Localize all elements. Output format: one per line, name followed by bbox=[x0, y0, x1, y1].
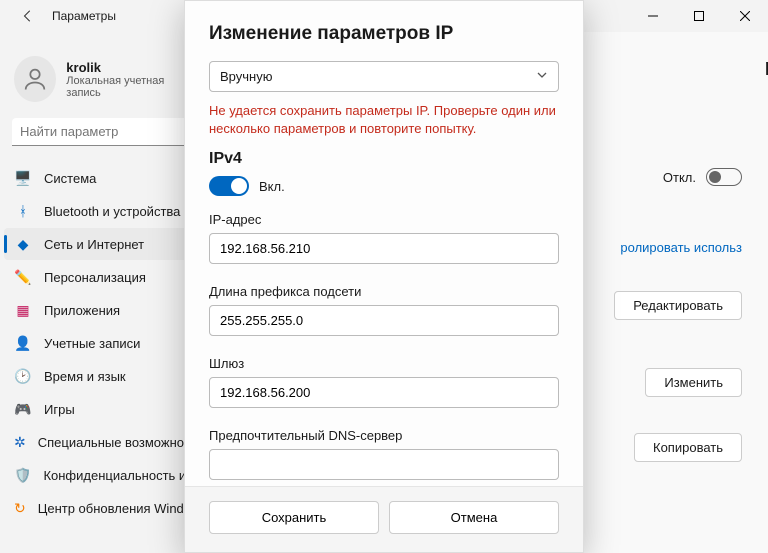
nav-icon: 🕑 bbox=[14, 367, 32, 385]
nav-label: Bluetooth и устройства bbox=[44, 204, 180, 219]
close-button[interactable] bbox=[722, 0, 768, 32]
nav-label: Специальные возможности bbox=[38, 435, 201, 450]
dns-input[interactable] bbox=[209, 449, 559, 480]
save-button[interactable]: Сохранить bbox=[209, 501, 379, 534]
copy-button[interactable]: Копировать bbox=[634, 433, 742, 462]
link-fragment[interactable]: ролировать использ bbox=[620, 224, 742, 263]
nav-item-4[interactable]: ▦ Приложения bbox=[4, 294, 201, 326]
nav-icon: 👤 bbox=[14, 334, 32, 352]
nav-label: Персонализация bbox=[44, 270, 146, 285]
dns-label: Предпочтительный DNS-сервер bbox=[209, 428, 559, 443]
ip-label: IP-адрес bbox=[209, 212, 559, 227]
nav-label: Центр обновления Windows bbox=[38, 501, 201, 516]
nav-label: Время и язык bbox=[44, 369, 126, 384]
sidebar: krolik Локальная учетная запись 🖥️ Систем… bbox=[0, 32, 205, 553]
nav-icon: 🛡️ bbox=[14, 466, 31, 484]
change-button[interactable]: Изменить bbox=[645, 368, 742, 397]
gateway-input[interactable] bbox=[209, 377, 559, 408]
gateway-label: Шлюз bbox=[209, 356, 559, 371]
nav-icon: ↻ bbox=[14, 499, 26, 517]
nav-icon: ✲ bbox=[14, 433, 26, 451]
nav-icon: 🖥️ bbox=[14, 169, 32, 187]
user-name: krolik bbox=[66, 60, 191, 75]
cancel-button[interactable]: Отмена bbox=[389, 501, 559, 534]
nav-label: Игры bbox=[44, 402, 75, 417]
user-block[interactable]: krolik Локальная учетная запись bbox=[4, 48, 201, 118]
nav-icon: ▦ bbox=[14, 301, 32, 319]
nav-label: Система bbox=[44, 171, 96, 186]
toggle-off-label: Откл. bbox=[663, 170, 696, 185]
nav-item-5[interactable]: 👤 Учетные записи bbox=[4, 327, 201, 359]
maximize-button[interactable] bbox=[676, 0, 722, 32]
nav-label: Конфиденциальность и защита bbox=[43, 468, 201, 483]
ipv4-heading: IPv4 bbox=[209, 150, 559, 168]
minimize-button[interactable] bbox=[630, 0, 676, 32]
search-input[interactable] bbox=[12, 118, 193, 146]
mode-select[interactable]: Вручную bbox=[209, 61, 559, 92]
error-message: Не удается сохранить параметры IP. Прове… bbox=[209, 102, 559, 138]
nav-item-0[interactable]: 🖥️ Система bbox=[4, 162, 201, 194]
prefix-label: Длина префикса подсети bbox=[209, 284, 559, 299]
nav-icon: ◆ bbox=[14, 235, 32, 253]
nav-icon: ✏️ bbox=[14, 268, 32, 286]
mode-select-value: Вручную bbox=[220, 69, 272, 84]
ipv4-toggle[interactable] bbox=[209, 176, 249, 196]
dialog-title: Изменение параметров IP bbox=[209, 23, 559, 45]
nav-label: Приложения bbox=[44, 303, 120, 318]
nav-item-7[interactable]: 🎮 Игры bbox=[4, 393, 201, 425]
nav-item-10[interactable]: ↻ Центр обновления Windows bbox=[4, 492, 201, 524]
ipv4-toggle-label: Вкл. bbox=[259, 179, 285, 194]
nav-item-2[interactable]: ◆ Сеть и Интернет bbox=[4, 228, 201, 260]
nav-item-8[interactable]: ✲ Специальные возможности bbox=[4, 426, 201, 458]
nav-item-6[interactable]: 🕑 Время и язык bbox=[4, 360, 201, 392]
prefix-input[interactable] bbox=[209, 305, 559, 336]
avatar bbox=[14, 56, 56, 102]
ip-input[interactable] bbox=[209, 233, 559, 264]
toggle-off[interactable] bbox=[706, 168, 742, 186]
user-subtitle: Локальная учетная запись bbox=[66, 75, 191, 99]
nav-label: Сеть и Интернет bbox=[44, 237, 144, 252]
edit-button[interactable]: Редактировать bbox=[614, 291, 742, 320]
ip-settings-dialog: Изменение параметров IP Вручную Не удает… bbox=[184, 0, 584, 553]
back-button[interactable] bbox=[16, 4, 40, 28]
nav-label: Учетные записи bbox=[44, 336, 140, 351]
nav-list: 🖥️ Система ᚼ Bluetooth и устройства ◆ Сеть и … bbox=[4, 162, 201, 524]
nav-item-3[interactable]: ✏️ Персонализация bbox=[4, 261, 201, 293]
nav-item-1[interactable]: ᚼ Bluetooth и устройства bbox=[4, 195, 201, 227]
nav-item-9[interactable]: 🛡️ Конфиденциальность и защита bbox=[4, 459, 201, 491]
nav-icon: ᚼ bbox=[14, 202, 32, 220]
chevron-down-icon bbox=[536, 69, 548, 84]
nav-icon: 🎮 bbox=[14, 400, 32, 418]
